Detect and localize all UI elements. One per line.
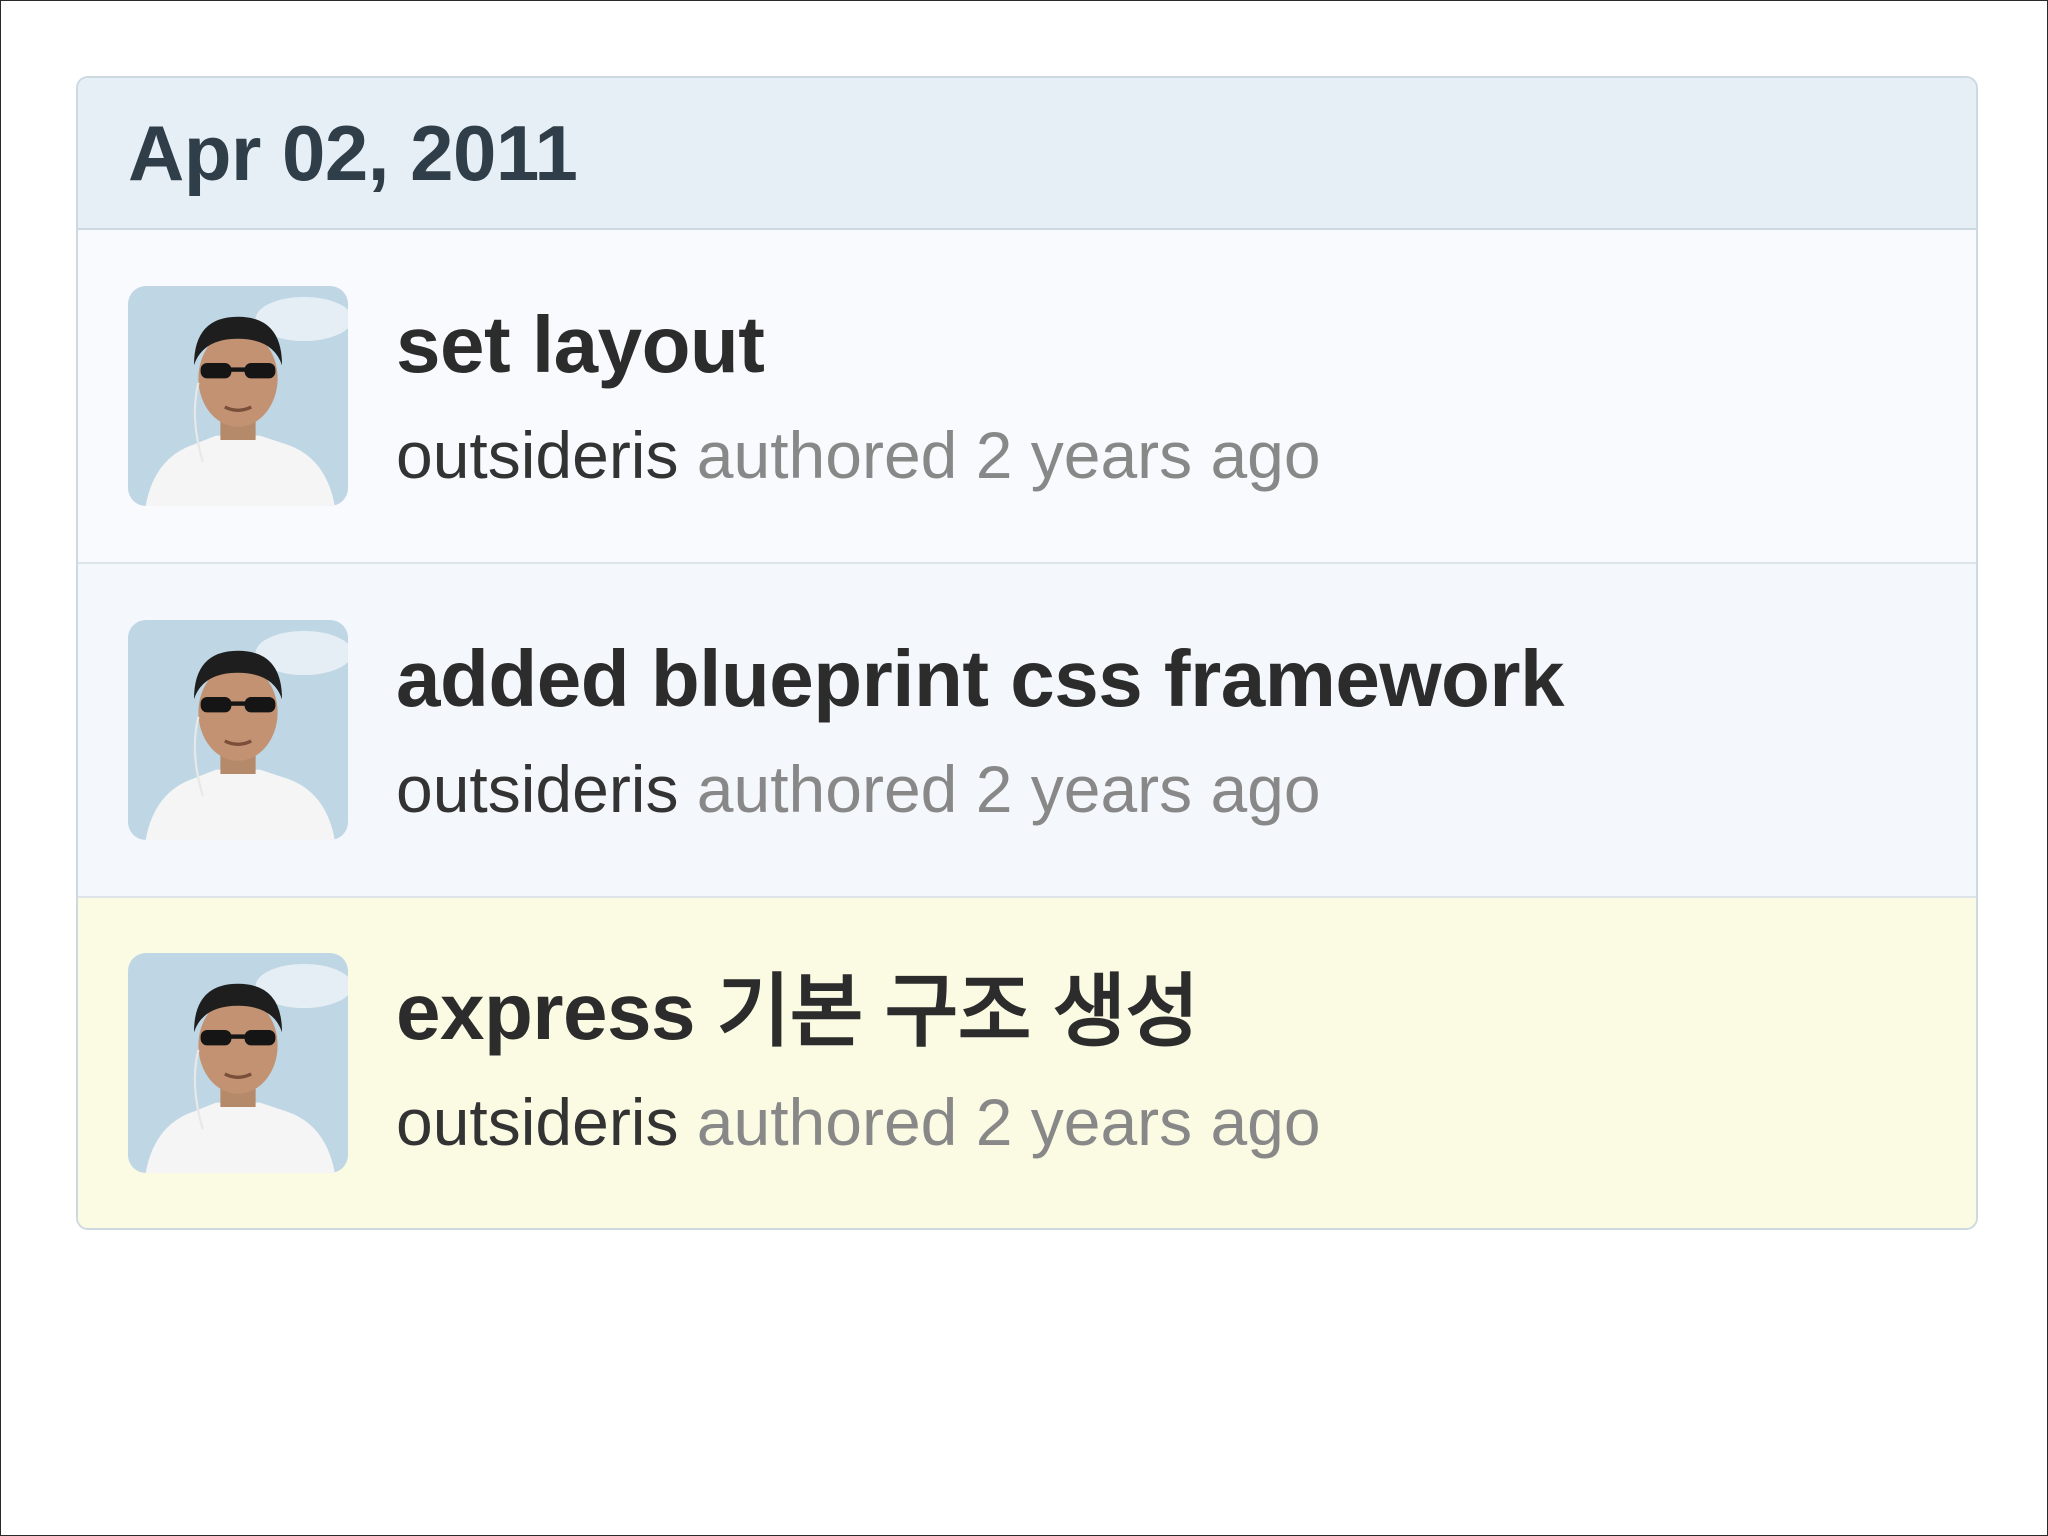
commit-author-link[interactable]: outsideris bbox=[396, 418, 678, 492]
commit-info: express 기본 구조 생성 outsideris authored 2 y… bbox=[396, 967, 1321, 1159]
commit-row[interactable]: added blueprint css framework outsideris… bbox=[78, 564, 1976, 898]
commit-message-link[interactable]: added blueprint css framework bbox=[396, 634, 1565, 723]
author-avatar[interactable] bbox=[128, 286, 348, 506]
commit-author-link[interactable]: outsideris bbox=[396, 1085, 678, 1159]
commit-authored-time: authored 2 years ago bbox=[678, 1084, 1321, 1159]
commit-message-link[interactable]: set layout bbox=[396, 300, 1321, 389]
commit-meta: outsideris authored 2 years ago bbox=[396, 1084, 1321, 1159]
commit-row[interactable]: set layout outsideris authored 2 years a… bbox=[78, 230, 1976, 564]
commit-authored-time: authored 2 years ago bbox=[678, 417, 1321, 492]
commit-meta: outsideris authored 2 years ago bbox=[396, 751, 1564, 826]
author-avatar[interactable] bbox=[128, 953, 348, 1173]
commit-row[interactable]: express 기본 구조 생성 outsideris authored 2 y… bbox=[78, 898, 1976, 1228]
commit-meta: outsideris authored 2 years ago bbox=[396, 417, 1321, 492]
commit-message-link[interactable]: express 기본 구조 생성 bbox=[396, 967, 1321, 1056]
commit-info: set layout outsideris authored 2 years a… bbox=[396, 300, 1321, 492]
author-avatar[interactable] bbox=[128, 620, 348, 840]
commit-authored-time: authored 2 years ago bbox=[678, 751, 1321, 826]
commit-group-date: Apr 02, 2011 bbox=[128, 108, 578, 197]
commit-group: Apr 02, 2011 set layout outsideris autho… bbox=[76, 76, 1978, 1230]
commit-author-link[interactable]: outsideris bbox=[396, 752, 678, 826]
commit-group-header: Apr 02, 2011 bbox=[78, 78, 1976, 230]
commit-info: added blueprint css framework outsideris… bbox=[396, 634, 1565, 826]
